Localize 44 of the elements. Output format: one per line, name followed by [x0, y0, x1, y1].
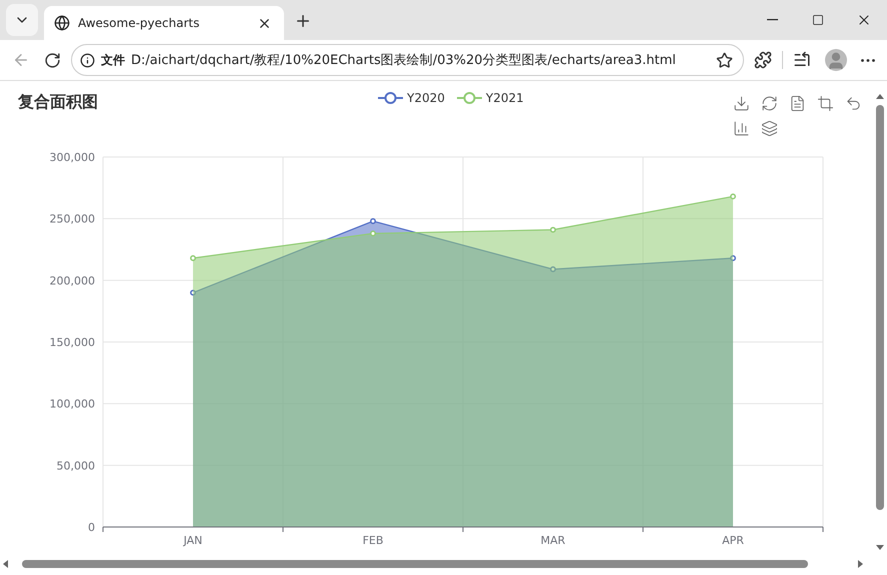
point — [370, 230, 376, 236]
maximize-icon — [812, 14, 824, 26]
more-icon — [861, 58, 875, 62]
refresh-icon — [760, 95, 778, 112]
axis-label: JAN — [184, 534, 202, 547]
point — [550, 226, 556, 233]
layers-icon — [760, 120, 778, 137]
crop-icon — [816, 95, 834, 112]
point — [190, 290, 196, 296]
point — [190, 255, 196, 262]
tab-title: Awesome-pyecharts — [78, 16, 200, 30]
address-label: 文件 — [101, 52, 125, 68]
axis-label: 250,000 — [50, 212, 95, 226]
reload-icon — [44, 52, 61, 68]
point — [730, 194, 736, 200]
info-icon — [80, 52, 95, 68]
legend-item[interactable]: Y2020 — [378, 91, 445, 105]
point — [730, 255, 736, 262]
chart-title: 复合面积图 — [18, 91, 99, 113]
point — [370, 218, 376, 224]
download-icon — [732, 95, 750, 112]
legend-item[interactable]: Y2021 — [456, 91, 524, 105]
document-icon — [788, 95, 806, 112]
point — [550, 266, 556, 272]
axis-label: 200,000 — [50, 274, 95, 288]
minimize-icon — [766, 19, 778, 21]
axis-label: 150,000 — [50, 336, 95, 349]
axis-label: APR — [722, 534, 744, 547]
axis-label: 100,000 — [50, 398, 95, 411]
axis-label: MAR — [540, 534, 566, 547]
globe-icon — [54, 15, 70, 31]
plus-icon — [294, 12, 312, 30]
browser-tab[interactable]: Awesome-pyecharts — [44, 6, 284, 40]
bar-chart-icon — [732, 120, 750, 137]
axis-label: 50,000 — [56, 459, 95, 472]
axis-label: 0 — [88, 521, 95, 534]
star-icon — [716, 52, 733, 68]
url-text: D:/aichart/dqchart/教程/10%20ECharts图表绘制/03%20分类型图表/echarts/area3.html — [131, 52, 677, 69]
axis-label: FEB — [362, 534, 384, 547]
address-bar[interactable]: 文件 D:/aichart/dqchart/教程/10%20ECharts图表绘制/03%20分类型图表/echarts/area3.html — [71, 44, 744, 76]
puzzle-icon — [754, 51, 772, 69]
axis-label: 300,000 — [50, 151, 95, 164]
favorites-icon — [793, 51, 811, 69]
undo-icon — [844, 95, 862, 112]
